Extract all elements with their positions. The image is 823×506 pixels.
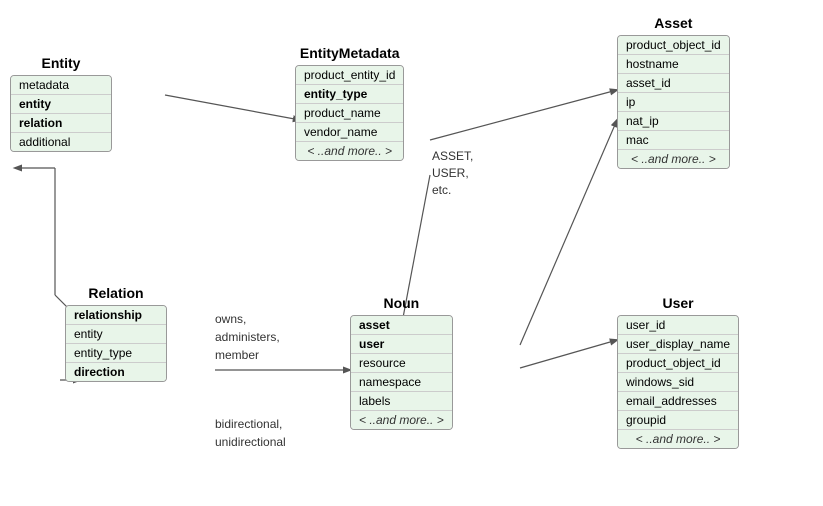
user-row-6: groupid xyxy=(618,411,738,430)
asset-row-4: ip xyxy=(618,93,729,112)
user-row-4: windows_sid xyxy=(618,373,738,392)
em-row-2: entity_type xyxy=(296,85,403,104)
em-row-1: product_entity_id xyxy=(296,66,403,85)
relation-row-3: entity_type xyxy=(66,344,166,363)
noun-title: Noun xyxy=(350,295,453,311)
asset-container: Asset product_object_id hostname asset_i… xyxy=(617,15,730,169)
user-row-2: user_display_name xyxy=(618,335,738,354)
entity-row-entity: entity xyxy=(11,95,111,114)
em-row-more: < ..and more.. > xyxy=(296,142,403,160)
asset-row-more: < ..and more.. > xyxy=(618,150,729,168)
noun-row-more: < ..and more.. > xyxy=(351,411,452,429)
user-row-3: product_object_id xyxy=(618,354,738,373)
relation-row-4: direction xyxy=(66,363,166,381)
bidirectional-label: bidirectional,unidirectional xyxy=(215,415,286,451)
asset-user-label: ASSET,USER,etc. xyxy=(432,148,473,198)
em-row-4: vendor_name xyxy=(296,123,403,142)
entity-container: Entity metadata entity relation addition… xyxy=(10,55,112,152)
asset-row-6: mac xyxy=(618,131,729,150)
entitymetadata-container: EntityMetadata product_entity_id entity_… xyxy=(295,45,404,161)
user-row-more: < ..and more.. > xyxy=(618,430,738,448)
relation-title: Relation xyxy=(65,285,167,301)
asset-table: product_object_id hostname asset_id ip n… xyxy=(617,35,730,169)
asset-row-1: product_object_id xyxy=(618,36,729,55)
em-row-3: product_name xyxy=(296,104,403,123)
noun-row-5: labels xyxy=(351,392,452,411)
diagram: Entity metadata entity relation addition… xyxy=(0,0,823,506)
noun-table: asset user resource namespace labels < .… xyxy=(350,315,453,430)
entity-row-additional: additional xyxy=(11,133,111,151)
user-title: User xyxy=(617,295,739,311)
relation-container: Relation relationship entity entity_type… xyxy=(65,285,167,382)
asset-row-5: nat_ip xyxy=(618,112,729,131)
entitymetadata-table: product_entity_id entity_type product_na… xyxy=(295,65,404,161)
user-container: User user_id user_display_name product_o… xyxy=(617,295,739,449)
asset-row-2: hostname xyxy=(618,55,729,74)
entitymetadata-title: EntityMetadata xyxy=(295,45,404,61)
owns-label: owns,administers,member xyxy=(215,310,280,364)
user-row-1: user_id xyxy=(618,316,738,335)
noun-row-4: namespace xyxy=(351,373,452,392)
noun-row-2: user xyxy=(351,335,452,354)
entity-row-metadata: metadata xyxy=(11,76,111,95)
entity-title: Entity xyxy=(10,55,112,71)
noun-row-3: resource xyxy=(351,354,452,373)
noun-container: Noun asset user resource namespace label… xyxy=(350,295,453,430)
user-row-5: email_addresses xyxy=(618,392,738,411)
relation-table: relationship entity entity_type directio… xyxy=(65,305,167,382)
noun-row-1: asset xyxy=(351,316,452,335)
user-table: user_id user_display_name product_object… xyxy=(617,315,739,449)
asset-title: Asset xyxy=(617,15,730,31)
relation-row-2: entity xyxy=(66,325,166,344)
entity-row-relation: relation xyxy=(11,114,111,133)
entity-table: metadata entity relation additional xyxy=(10,75,112,152)
asset-row-3: asset_id xyxy=(618,74,729,93)
relation-row-1: relationship xyxy=(66,306,166,325)
